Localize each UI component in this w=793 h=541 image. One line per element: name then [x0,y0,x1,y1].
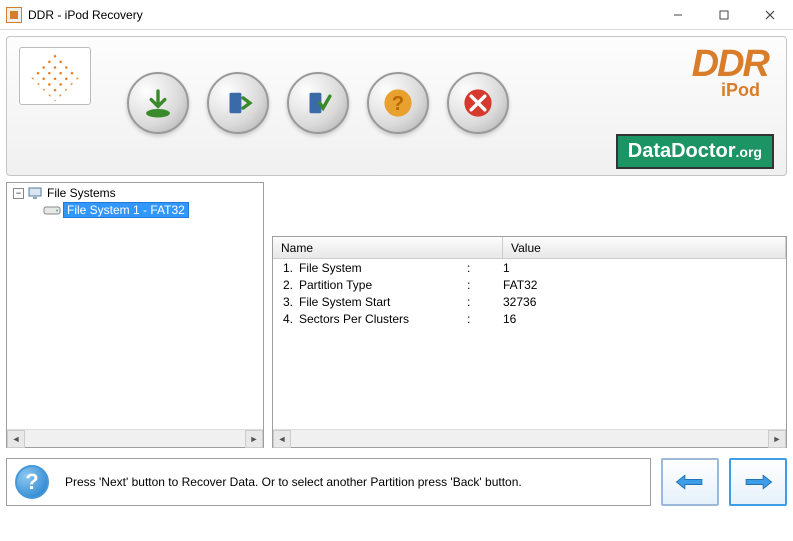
tree-child-label: File System 1 - FAT32 [63,202,189,218]
file-system-tree: − File Systems File System 1 - FAT32 ◄ ► [6,182,264,448]
properties-table: Name Value 1. File System : 1 2. Partiti… [272,236,787,448]
tree-root-label: File Systems [47,186,116,200]
site-name: DataDoctor [628,140,736,162]
scroll-left-icon[interactable]: ◄ [273,430,291,448]
row-index: 4. [273,312,299,326]
table-row[interactable]: 2. Partition Type : FAT32 [273,276,786,293]
table-header: Name Value [273,237,786,259]
scroll-track[interactable] [291,430,768,447]
site-badge: DataDoctor.org [616,134,774,169]
table-row[interactable]: 4. Sectors Per Clusters : 16 [273,310,786,327]
row-colon: : [467,312,503,326]
table-body: 1. File System : 1 2. Partition Type : F… [273,259,786,429]
drive-icon [43,204,61,216]
toolbar: ? [127,72,509,134]
app-logo [19,47,91,105]
info-icon: ? [15,465,49,499]
column-header-name[interactable]: Name [273,237,503,258]
table-row[interactable]: 1. File System : 1 [273,259,786,276]
site-suffix: .org [736,144,762,160]
load-disk-button[interactable] [207,72,269,134]
column-header-value[interactable]: Value [503,237,786,258]
scroll-right-icon[interactable]: ► [245,430,263,448]
tree-child-item[interactable]: File System 1 - FAT32 [43,202,261,218]
verify-disk-button[interactable] [287,72,349,134]
computer-icon [28,187,44,199]
tree-body: − File Systems File System 1 - FAT32 [7,183,263,429]
back-button[interactable] [661,458,719,506]
row-index: 1. [273,261,299,275]
instruction-panel: ? Press 'Next' button to Recover Data. O… [6,458,651,506]
logo-dots-icon [37,58,73,94]
help-button[interactable]: ? [367,72,429,134]
row-index: 2. [273,278,299,292]
scroll-right-icon[interactable]: ► [768,430,786,448]
header-area: ? DDR iPod DataDoctor.org [6,36,787,176]
titlebar: DDR - iPod Recovery [0,0,793,30]
row-name: File System [299,261,467,275]
row-colon: : [467,278,503,292]
row-value: FAT32 [503,278,786,292]
close-button[interactable] [747,0,793,30]
tree-scrollbar[interactable]: ◄ ► [7,429,263,447]
tree-collapse-icon[interactable]: − [13,188,24,199]
scroll-left-icon[interactable]: ◄ [7,430,25,448]
download-button[interactable] [127,72,189,134]
table-row[interactable]: 3. File System Start : 32736 [273,293,786,310]
minimize-button[interactable] [655,0,701,30]
brand-area: DDR iPod [692,43,768,101]
instruction-text: Press 'Next' button to Recover Data. Or … [65,475,522,489]
detail-panel: Name Value 1. File System : 1 2. Partiti… [272,182,787,448]
content-area: − File Systems File System 1 - FAT32 ◄ ►… [6,182,787,448]
row-name: File System Start [299,295,467,309]
cancel-button[interactable] [447,72,509,134]
row-colon: : [467,295,503,309]
row-name: Partition Type [299,278,467,292]
row-name: Sectors Per Clusters [299,312,467,326]
table-scrollbar[interactable]: ◄ ► [273,429,786,447]
row-value: 32736 [503,295,786,309]
row-value: 1 [503,261,786,275]
footer-area: ? Press 'Next' button to Recover Data. O… [6,458,787,506]
app-icon [6,7,22,23]
scroll-track[interactable] [25,430,245,447]
row-value: 16 [503,312,786,326]
maximize-button[interactable] [701,0,747,30]
row-colon: : [467,261,503,275]
tree-root-item[interactable]: − File Systems [9,185,261,201]
svg-text:?: ? [392,93,404,115]
row-index: 3. [273,295,299,309]
next-button[interactable] [729,458,787,506]
window-title: DDR - iPod Recovery [28,8,655,22]
